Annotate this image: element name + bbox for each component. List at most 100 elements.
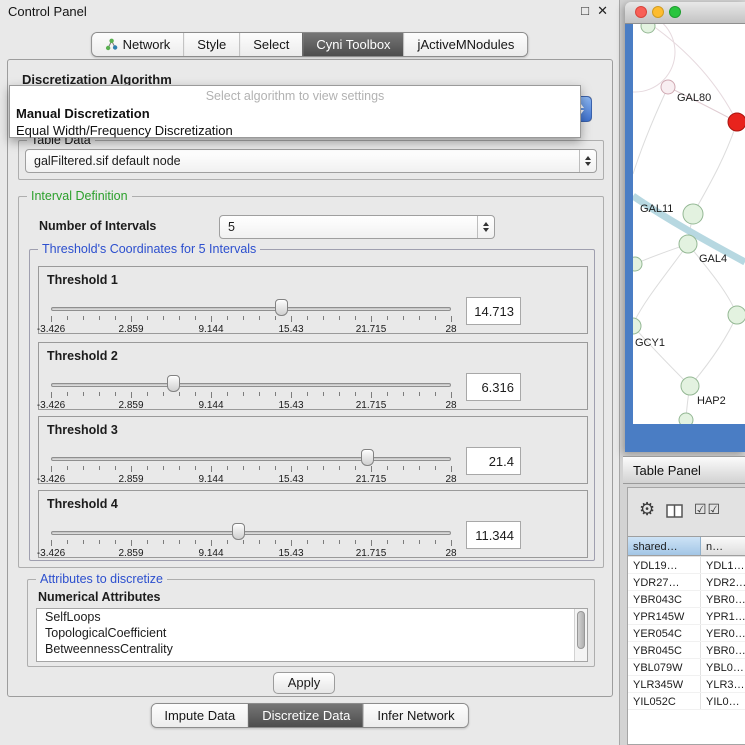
node-label: GAL4 xyxy=(699,253,727,265)
network-view-window: GAL80 GAL11 GAL4 GCY1 HAP2 xyxy=(625,2,745,452)
threshold-3-slider[interactable]: -3.4262.8599.14415.4321.71528 xyxy=(49,443,453,483)
tab-jactivemnodules[interactable]: jActiveMNodules xyxy=(404,33,528,56)
network-window-titlebar[interactable] xyxy=(625,2,745,24)
gear-icon[interactable]: ⚙ xyxy=(639,499,655,519)
dropdown-item-manual-discretization[interactable]: Manual Discretization xyxy=(10,105,580,122)
tab-network[interactable]: Network xyxy=(92,33,184,56)
scale-label: 21.715 xyxy=(356,324,387,335)
threshold-3-label: Threshold 3 xyxy=(47,423,118,437)
threshold-4-label: Threshold 4 xyxy=(47,497,118,511)
table-cell: YBR0… xyxy=(701,642,745,658)
tab-select[interactable]: Select xyxy=(239,33,302,56)
scale-label: -3.426 xyxy=(37,474,65,485)
table-panel-bar[interactable]: Table Panel xyxy=(623,456,745,484)
column-header-name[interactable]: n… xyxy=(701,537,745,555)
list-item-topologicalcoefficient[interactable]: TopologicalCoefficient xyxy=(37,625,587,641)
table-row[interactable]: YER054CYER0… xyxy=(628,625,745,642)
threshold-2-value[interactable]: 6.316 xyxy=(466,373,521,401)
list-item-betweennesscentrality[interactable]: BetweennessCentrality xyxy=(37,641,587,657)
slider-handle[interactable] xyxy=(167,375,180,392)
tab-label: Discretize Data xyxy=(262,704,350,727)
float-window-icon[interactable]: □ xyxy=(581,3,589,19)
node-selected-red[interactable] xyxy=(728,113,745,131)
table-cell: YIL052C xyxy=(628,693,701,709)
network-canvas[interactable]: GAL80 GAL11 GAL4 GCY1 HAP2 xyxy=(633,24,745,424)
combo-arrows-icon[interactable] xyxy=(579,150,596,172)
table-cell: YBR043C xyxy=(628,591,701,607)
tab-impute-data[interactable]: Impute Data xyxy=(151,704,248,727)
table-row[interactable]: YDR27…YDR2… xyxy=(628,574,745,591)
columns-icon[interactable] xyxy=(666,504,683,518)
node-gcy1[interactable] xyxy=(633,318,641,334)
slider-track[interactable] xyxy=(51,531,451,535)
scale-label: 9.144 xyxy=(198,324,223,335)
slider-handle[interactable] xyxy=(232,523,245,540)
tab-infer-network[interactable]: Infer Network xyxy=(363,704,467,727)
threshold-2-label: Threshold 2 xyxy=(47,349,118,363)
threshold-1-value[interactable]: 14.713 xyxy=(466,297,521,325)
list-item-selfloops[interactable]: SelfLoops xyxy=(37,609,587,625)
slider-handle[interactable] xyxy=(275,299,288,316)
slider-ticks xyxy=(51,316,451,322)
tab-discretize-data[interactable]: Discretize Data xyxy=(248,704,363,727)
num-intervals-combo[interactable]: 5 xyxy=(219,215,495,239)
tab-label: Impute Data xyxy=(164,704,235,727)
threshold-3-value[interactable]: 21.4 xyxy=(466,447,521,475)
slider-ticks xyxy=(51,540,451,546)
table-row[interactable]: YIL052CYIL0… xyxy=(628,693,745,710)
node-gal11[interactable] xyxy=(683,204,703,224)
numerical-attributes-label: Numerical Attributes xyxy=(38,590,160,604)
slider-scale: -3.4262.8599.14415.4321.71528 xyxy=(51,474,451,486)
cyni-toolbox-panel: Discretization Algorithm Select algorith… xyxy=(7,59,613,697)
table-row[interactable]: YDL19…YDL1… xyxy=(628,557,745,574)
threshold-2-slider[interactable]: -3.4262.8599.14415.4321.71528 xyxy=(49,369,453,409)
scale-label: 2.859 xyxy=(118,474,143,485)
window-title: Control Panel xyxy=(8,4,87,19)
node-gal4[interactable] xyxy=(679,235,697,253)
close-window-icon[interactable]: ✕ xyxy=(597,3,608,19)
combo-arrows-icon[interactable] xyxy=(477,216,494,238)
slider-track[interactable] xyxy=(51,383,451,387)
node-hap2[interactable] xyxy=(681,377,699,395)
table-row[interactable]: YPR145WYPR1… xyxy=(628,608,745,625)
table-data-combo[interactable]: galFiltered.sif default node xyxy=(25,149,597,173)
num-intervals-value: 5 xyxy=(228,220,472,234)
tab-label: Select xyxy=(253,33,289,56)
threshold-4-value[interactable]: 11.344 xyxy=(466,521,521,549)
table-panel-title: Table Panel xyxy=(633,463,701,478)
slider-handle[interactable] xyxy=(361,449,374,466)
threshold-4-slider[interactable]: -3.4262.8599.14415.4321.71528 xyxy=(49,517,453,557)
dropdown-item-equal-width-frequency[interactable]: Equal Width/Frequency Discretization xyxy=(10,122,580,139)
thresholds-group-title: Threshold's Coordinates for 5 Intervals xyxy=(38,242,260,256)
table-row[interactable]: YBR045CYBR0… xyxy=(628,642,745,659)
network-node[interactable] xyxy=(633,257,642,271)
traffic-light-zoom-icon[interactable] xyxy=(669,6,681,18)
slider-track[interactable] xyxy=(51,457,451,461)
tab-style[interactable]: Style xyxy=(183,33,239,56)
scrollbar-thumb[interactable] xyxy=(577,611,585,649)
table-row[interactable]: YLR345WYLR3… xyxy=(628,676,745,693)
scale-label: 21.715 xyxy=(356,474,387,485)
slider-track[interactable] xyxy=(51,307,451,311)
table-row[interactable]: YBR043CYBR0… xyxy=(628,591,745,608)
apply-button[interactable]: Apply xyxy=(273,672,335,694)
scale-label: 9.144 xyxy=(198,474,223,485)
node-label: GCY1 xyxy=(635,337,665,349)
column-header-shared[interactable]: shared… xyxy=(628,537,701,555)
table-cell: YBL079W xyxy=(628,659,701,675)
tab-cyni-toolbox[interactable]: Cyni Toolbox xyxy=(302,33,403,56)
desktop: Control Panel □ ✕ Network Style Select C… xyxy=(0,0,745,745)
slider-ticks xyxy=(51,392,451,398)
traffic-light-close-icon[interactable] xyxy=(635,6,647,18)
list-scrollbar[interactable] xyxy=(574,609,587,661)
select-all-checkboxes-icon[interactable]: ☑☑ xyxy=(694,501,721,518)
table-row[interactable]: YBL079WYBL0… xyxy=(628,659,745,676)
node-gal80[interactable] xyxy=(661,80,675,94)
tab-label: Network xyxy=(123,33,171,56)
traffic-light-minimize-icon[interactable] xyxy=(652,6,664,18)
network-node[interactable] xyxy=(641,24,655,33)
threshold-1-slider[interactable]: -3.4262.8599.14415.4321.71528 xyxy=(49,293,453,333)
network-node[interactable] xyxy=(728,306,745,324)
scale-label: 9.144 xyxy=(198,400,223,411)
network-node[interactable] xyxy=(679,413,693,424)
